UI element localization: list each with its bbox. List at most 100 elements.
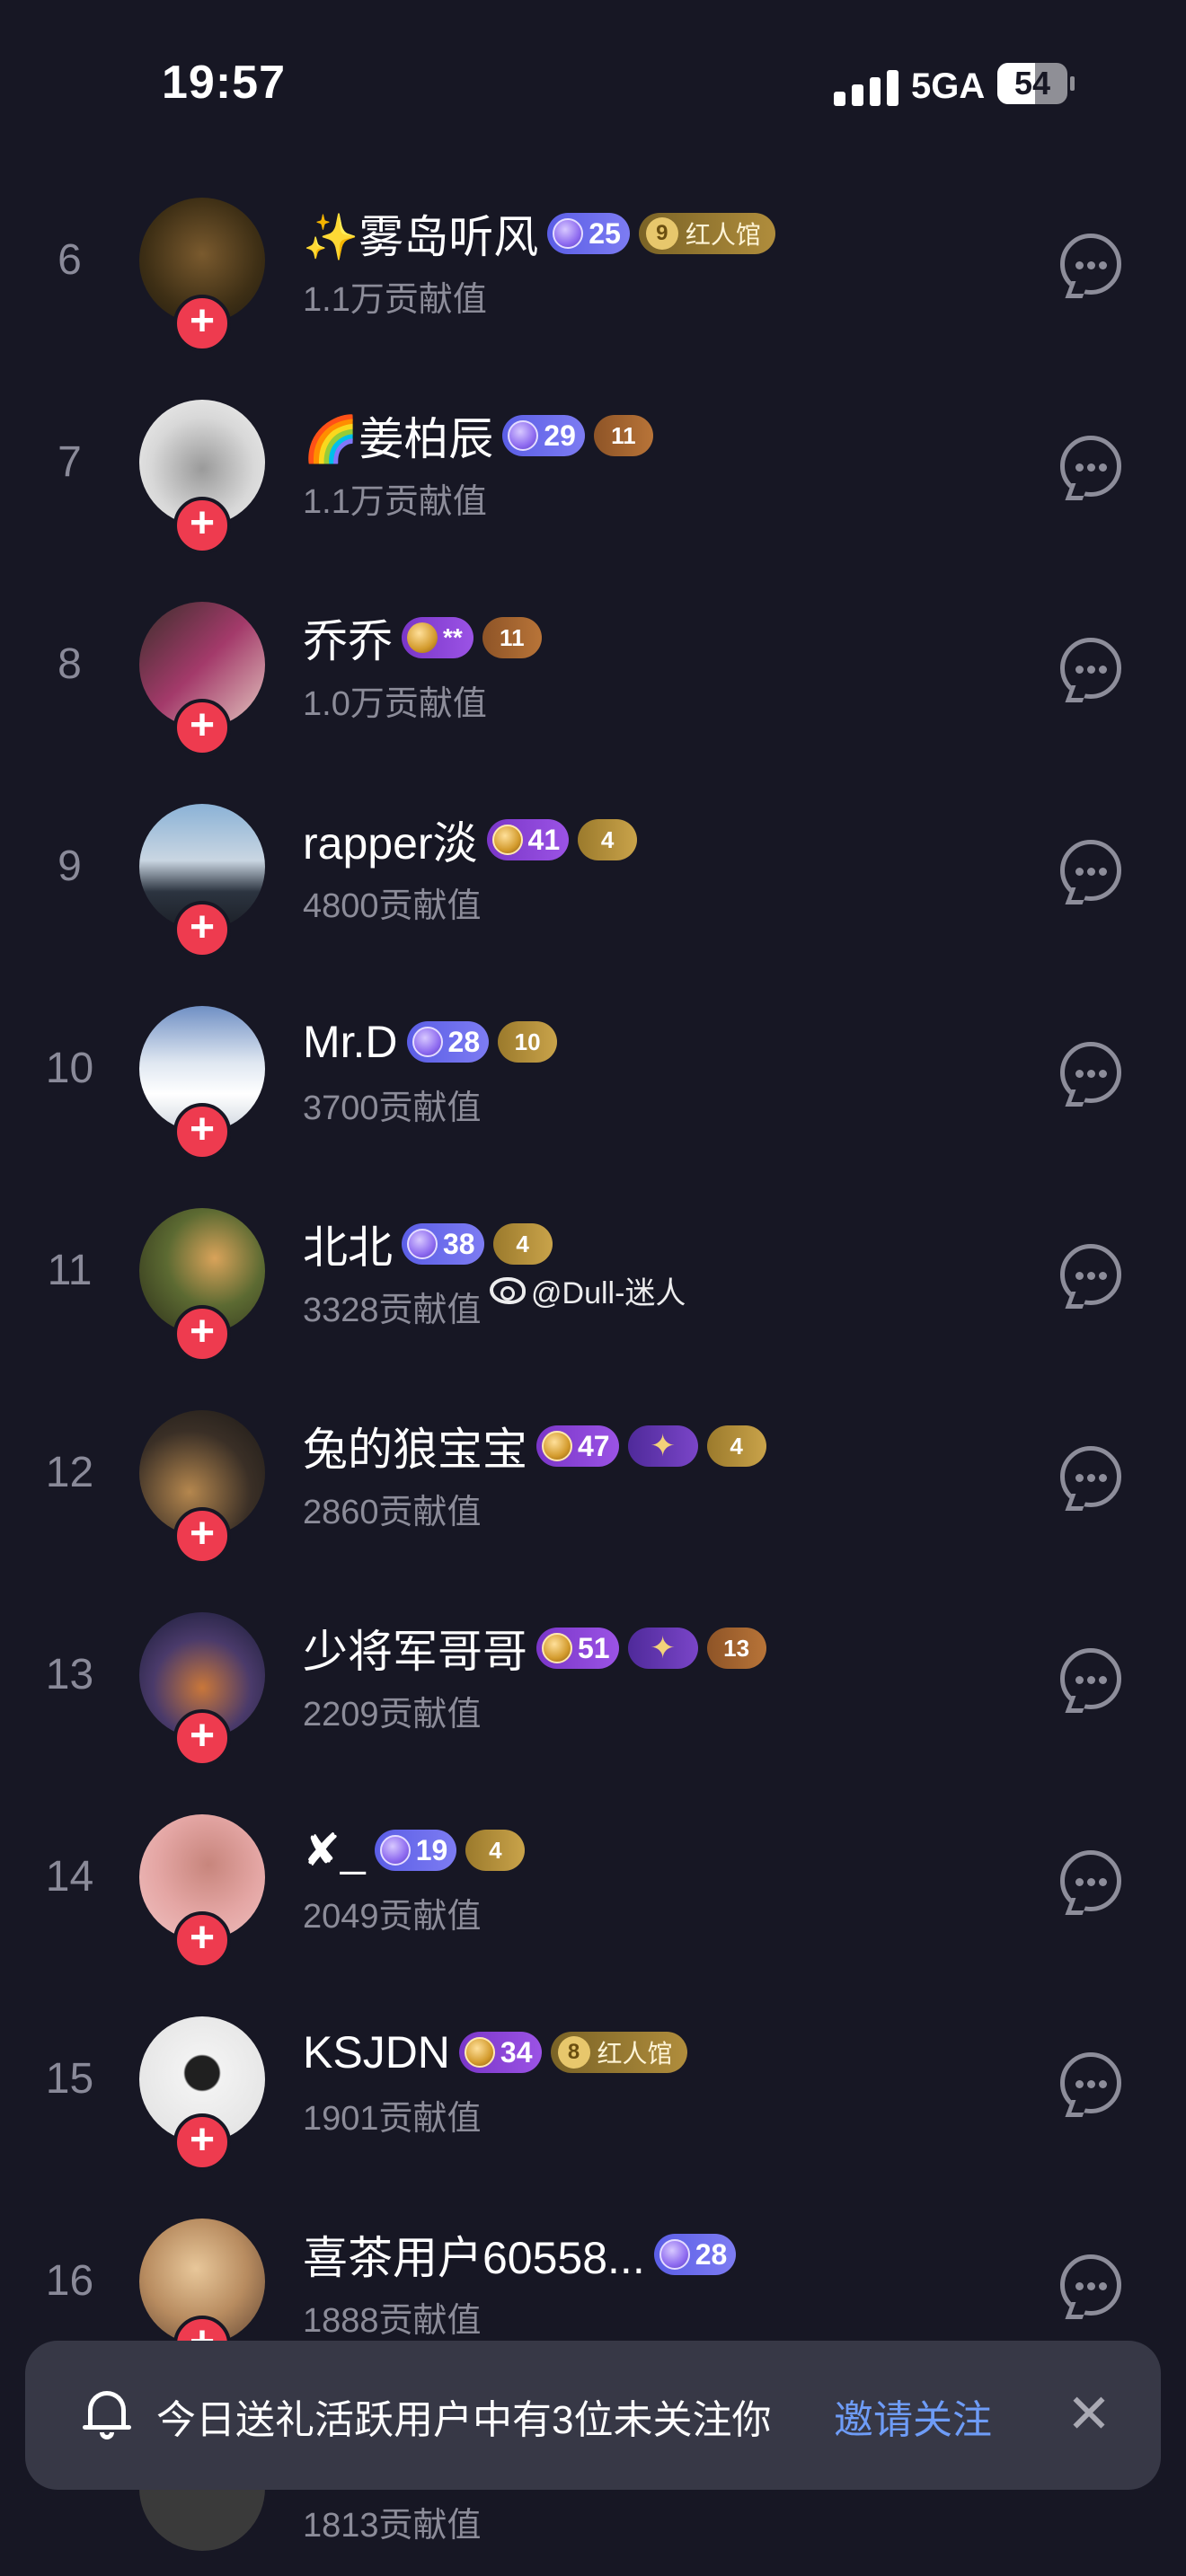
gem-icon: [542, 1633, 572, 1663]
chat-bubble-icon[interactable]: [1060, 1850, 1121, 1911]
username: Mr.D: [303, 1017, 398, 1067]
follow-plus-icon[interactable]: +: [173, 1507, 231, 1565]
contribution-value: 3328贡献值: [303, 1292, 482, 1329]
level-badge: 51: [536, 1628, 619, 1669]
weibo-icon: [490, 1276, 526, 1304]
gem-icon: [508, 420, 539, 451]
toast-message: 今日送礼活跃用户中有3位未关注你: [156, 2398, 772, 2442]
contribution-value: 2209贡献值: [303, 1696, 482, 1734]
star-level-badge: **: [402, 617, 474, 658]
follow-plus-icon[interactable]: +: [173, 2113, 231, 2171]
avatar[interactable]: [139, 2479, 265, 2551]
follow-plus-icon[interactable]: +: [173, 901, 231, 958]
follow-plus-icon[interactable]: +: [173, 497, 231, 554]
chat-bubble-icon[interactable]: [1060, 436, 1121, 497]
contribution-value: 1901贡献值: [303, 2100, 482, 2138]
gem-icon: [542, 1431, 572, 1461]
username: ✨雾岛听风: [303, 212, 539, 262]
fan-heart-badge: 4: [492, 1223, 553, 1265]
list-item[interactable]: 7 + 🌈姜柏辰 29 11 1.1万贡献值: [0, 400, 1186, 602]
contribution-value: 2860贡献值: [303, 1494, 482, 1531]
watermark: @Dull-迷人: [490, 1268, 686, 1312]
list-item[interactable]: 8 + 乔乔 ** 11 1.0万贡献值: [0, 602, 1186, 804]
follow-plus-icon[interactable]: +: [173, 699, 231, 756]
username: 兔的狼宝宝: [303, 1425, 527, 1475]
chat-bubble-icon[interactable]: [1060, 840, 1121, 901]
list-item[interactable]: 9 + rapper淡 41 4 4800贡献值: [0, 804, 1186, 1006]
list-item[interactable]: 6 + ✨雾岛听风 25 9 红人馆 1.1万贡献值: [0, 198, 1186, 400]
level-badge: 38: [402, 1223, 484, 1265]
contribution-value: 1813贡献值: [303, 2507, 482, 2545]
gem-icon: [407, 622, 438, 653]
close-icon[interactable]: ✕: [1060, 2386, 1118, 2443]
fan-heart-badge: 4: [706, 1425, 766, 1467]
chat-bubble-icon[interactable]: [1060, 638, 1121, 699]
chat-bubble-icon[interactable]: [1060, 1244, 1121, 1305]
chat-bubble-icon[interactable]: [1060, 1042, 1121, 1103]
fan-heart-badge: 4: [465, 1830, 526, 1871]
chat-bubble-icon[interactable]: [1060, 1648, 1121, 1709]
username: ✘_: [303, 1825, 366, 1875]
fan-heart-badge: 11: [482, 617, 542, 658]
username: 北北: [303, 1222, 393, 1273]
chat-bubble-icon[interactable]: [1060, 2254, 1121, 2316]
username: KSJDN: [303, 2027, 450, 2078]
gem-icon: [464, 2037, 495, 2068]
hall-badge: 8 红人馆: [550, 2032, 687, 2073]
level-badge: 29: [502, 415, 585, 456]
level-badge: 28: [653, 2234, 737, 2275]
leaderboard-screen: { "status_bar": { "time": "19:57", "netw…: [0, 0, 1186, 2576]
follow-plus-icon[interactable]: +: [173, 295, 231, 352]
gem-icon: [491, 825, 523, 855]
rank-number: 14: [45, 1853, 94, 1901]
fan-heart-badge: 4: [578, 819, 638, 860]
list-item[interactable]: 15 + KSJDN 34 8 红人馆 1901贡献值: [0, 2016, 1186, 2219]
username: 🌈姜柏辰: [303, 414, 494, 464]
fan-heart-badge: 10: [498, 1021, 558, 1063]
star-medal-icon: [627, 1628, 698, 1669]
bell-icon: [83, 2386, 131, 2441]
list-item[interactable]: 12 + 兔的狼宝宝 47 4 2860贡献值: [0, 1410, 1186, 1612]
username: 喜茶用户60558...: [303, 2233, 645, 2283]
level-badge: 47: [536, 1425, 619, 1467]
contribution-value: 4800贡献值: [303, 887, 482, 925]
username: rapper淡: [303, 818, 478, 869]
follow-plus-icon[interactable]: +: [173, 1103, 231, 1160]
username: 少将军哥哥: [303, 1627, 527, 1677]
follow-plus-icon[interactable]: +: [173, 1709, 231, 1767]
contribution-value: 2049贡献值: [303, 1898, 482, 1936]
fan-heart-badge: 13: [706, 1628, 766, 1669]
watermark-text: @Dull-迷人: [531, 1276, 686, 1310]
rank-number: 12: [45, 1449, 94, 1496]
list-item[interactable]: 13 + 少将军哥哥 51 13 2209贡献值: [0, 1612, 1186, 1814]
follow-reminder-toast: 今日送礼活跃用户中有3位未关注你 邀请关注 ✕: [25, 2341, 1161, 2490]
gem-icon: [407, 1229, 438, 1259]
chat-bubble-icon[interactable]: [1060, 2052, 1121, 2113]
rank-number: 13: [45, 1651, 94, 1698]
chat-bubble-icon[interactable]: [1060, 234, 1121, 295]
contribution-value: 1.0万贡献值: [303, 685, 487, 723]
rank-number: 11: [47, 1247, 93, 1294]
hall-badge: 9 红人馆: [638, 213, 775, 254]
contribution-value: 3700贡献值: [303, 1090, 482, 1127]
star-medal-icon: [627, 1425, 698, 1467]
rank-number: 10: [45, 1045, 94, 1092]
fan-heart-badge: 11: [593, 415, 653, 456]
list-item[interactable]: 14 + ✘_ 19 4 2049贡献值: [0, 1814, 1186, 2016]
follow-plus-icon[interactable]: +: [173, 1305, 231, 1363]
gem-icon: [379, 1835, 411, 1866]
gem-icon: [659, 2239, 690, 2270]
follow-plus-icon[interactable]: +: [173, 1911, 231, 1969]
level-badge: 34: [458, 2032, 542, 2073]
list-item[interactable]: 10 + Mr.D 28 10 3700贡献值: [0, 1006, 1186, 1208]
contribution-value: 1.1万贡献值: [303, 483, 487, 521]
level-badge: 19: [374, 1830, 457, 1871]
gem-icon: [412, 1027, 443, 1057]
gem-icon: [553, 218, 584, 249]
invite-follow-link[interactable]: 邀请关注: [834, 2387, 992, 2445]
username: 乔乔: [303, 616, 393, 666]
chat-bubble-icon[interactable]: [1060, 1446, 1121, 1507]
level-badge: 25: [547, 213, 630, 254]
rank-number: 6: [58, 236, 82, 284]
rank-number: 15: [45, 2055, 94, 2103]
